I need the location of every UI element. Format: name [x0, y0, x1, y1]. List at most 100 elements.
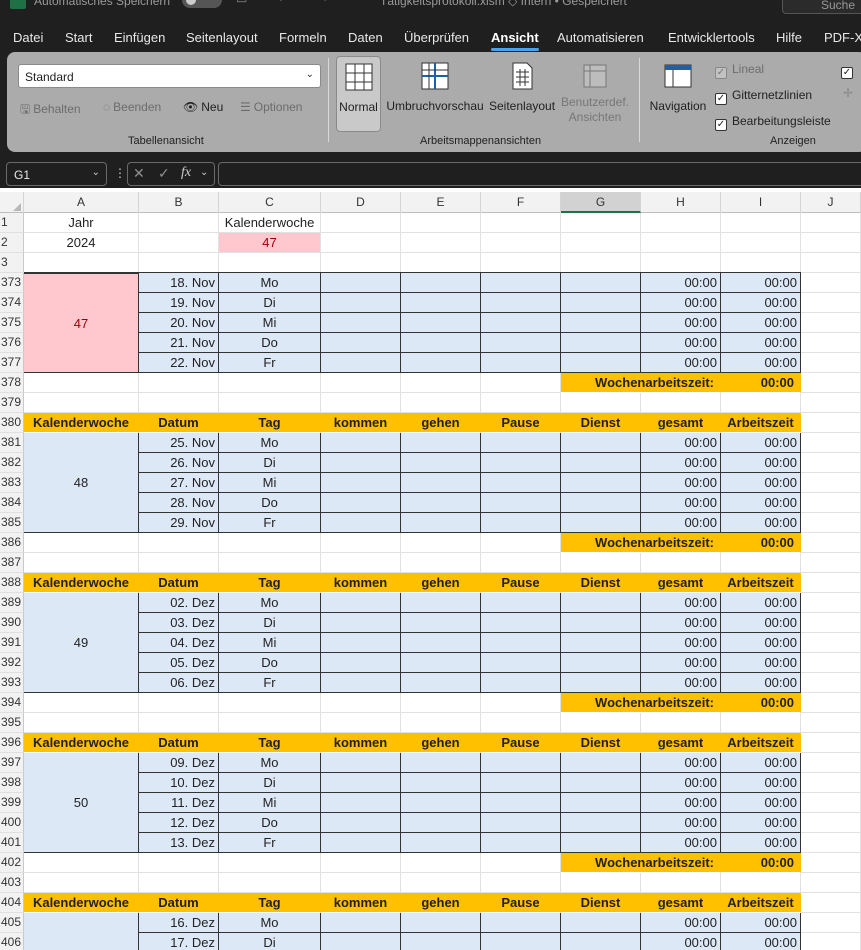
tab-entwicklertools[interactable]: Entwicklertools — [668, 30, 755, 45]
new-view-button[interactable]: 👁 Neu — [183, 100, 223, 114]
arbeitszeit-cell[interactable]: 00:00 — [721, 493, 801, 513]
tab-automatisieren[interactable]: Automatisieren — [557, 30, 644, 45]
date-cell[interactable]: 03. Dez — [139, 613, 219, 633]
row-header[interactable]: 396 — [0, 733, 24, 753]
table-header-cell[interactable]: kommen — [321, 413, 401, 433]
cell[interactable] — [801, 293, 861, 313]
gehen-cell[interactable] — [401, 933, 481, 950]
gehen-cell[interactable] — [401, 793, 481, 813]
column-header-e[interactable]: E — [401, 192, 481, 213]
weekly-total-value[interactable]: 00:00 — [721, 853, 801, 873]
cell[interactable] — [401, 373, 481, 393]
row-header[interactable]: 388 — [0, 573, 24, 593]
gehen-cell[interactable] — [401, 313, 481, 333]
cell[interactable] — [139, 213, 219, 233]
cell[interactable] — [24, 393, 139, 413]
arbeitszeit-cell[interactable]: 00:00 — [721, 753, 801, 773]
cell[interactable] — [801, 273, 861, 293]
cell[interactable] — [481, 213, 561, 233]
gridlines-checkbox[interactable]: ✓ Gitternetzlinien — [715, 88, 812, 105]
table-header-cell[interactable]: Dienst — [561, 893, 641, 913]
week-number-cell[interactable]: 48 — [24, 433, 139, 533]
gehen-cell[interactable] — [401, 433, 481, 453]
cell[interactable] — [321, 373, 401, 393]
cell[interactable] — [321, 873, 401, 893]
date-cell[interactable]: 16. Dez — [139, 913, 219, 933]
date-cell[interactable]: 09. Dez — [139, 753, 219, 773]
weekday-cell[interactable]: Di — [219, 773, 321, 793]
table-header-cell[interactable]: Pause — [481, 573, 561, 593]
row-header[interactable]: 394 — [0, 693, 24, 713]
cell[interactable] — [219, 373, 321, 393]
cell[interactable] — [801, 413, 861, 433]
cell[interactable] — [24, 533, 139, 553]
cell[interactable] — [24, 713, 139, 733]
kommen-cell[interactable] — [321, 833, 401, 853]
row-header[interactable]: 387 — [0, 553, 24, 573]
year-value-cell[interactable]: 2024 — [24, 233, 139, 253]
cell[interactable] — [801, 353, 861, 373]
table-header-cell[interactable]: Arbeitszeit — [721, 733, 801, 753]
pause-cell[interactable] — [481, 633, 561, 653]
cell[interactable] — [401, 853, 481, 873]
dienst-cell[interactable] — [561, 433, 641, 453]
cell[interactable] — [801, 493, 861, 513]
page-break-preview-button[interactable]: Umbruchvorschau — [385, 56, 485, 132]
view-options-button[interactable]: ☰ Optionen — [240, 100, 302, 114]
row-header[interactable]: 376 — [0, 333, 24, 353]
dienst-cell[interactable] — [561, 813, 641, 833]
cell[interactable] — [321, 393, 401, 413]
dienst-cell[interactable] — [561, 773, 641, 793]
weekday-cell[interactable]: Mi — [219, 633, 321, 653]
pause-cell[interactable] — [481, 513, 561, 533]
cell[interactable] — [801, 933, 861, 950]
row-header[interactable]: 391 — [0, 633, 24, 653]
cell[interactable] — [401, 253, 481, 273]
tab-daten[interactable]: Daten — [348, 30, 383, 45]
cell[interactable] — [139, 373, 219, 393]
cell[interactable] — [401, 553, 481, 573]
kommen-cell[interactable] — [321, 333, 401, 353]
pause-cell[interactable] — [481, 833, 561, 853]
table-header-cell[interactable]: Arbeitszeit — [721, 573, 801, 593]
ruler-checkbox[interactable]: ✓ Lineal — [715, 62, 764, 79]
date-cell[interactable]: 25. Nov — [139, 433, 219, 453]
pause-cell[interactable] — [481, 473, 561, 493]
table-header-cell[interactable]: gehen — [401, 573, 481, 593]
date-cell[interactable]: 18. Nov — [139, 273, 219, 293]
table-header-cell[interactable]: gehen — [401, 733, 481, 753]
gehen-cell[interactable] — [401, 633, 481, 653]
kommen-cell[interactable] — [321, 433, 401, 453]
cell[interactable] — [481, 693, 561, 713]
row-header[interactable]: 405 — [0, 913, 24, 933]
row-header[interactable]: 402 — [0, 853, 24, 873]
cell[interactable] — [801, 473, 861, 493]
cell[interactable] — [721, 213, 801, 233]
row-header[interactable]: 390 — [0, 613, 24, 633]
date-cell[interactable]: 05. Dez — [139, 653, 219, 673]
undo-icon[interactable]: ↶ — [278, 0, 288, 6]
row-header[interactable]: 395 — [0, 713, 24, 733]
cell[interactable] — [561, 253, 641, 273]
cell[interactable] — [801, 333, 861, 353]
dienst-cell[interactable] — [561, 353, 641, 373]
gehen-cell[interactable] — [401, 273, 481, 293]
row-header[interactable]: 373 — [0, 273, 24, 293]
dienst-cell[interactable] — [561, 753, 641, 773]
tab-ansicht[interactable]: Ansicht — [491, 30, 539, 51]
gesamt-cell[interactable]: 00:00 — [641, 933, 721, 950]
week-number-cell[interactable]: 47 — [24, 273, 139, 373]
tab-formeln[interactable]: Formeln — [279, 30, 327, 45]
column-header-b[interactable]: B — [139, 192, 219, 213]
weekly-total-value[interactable]: 00:00 — [721, 373, 801, 393]
cell[interactable] — [561, 873, 641, 893]
cell[interactable] — [801, 253, 861, 273]
weekday-cell[interactable]: Do — [219, 653, 321, 673]
column-header-a[interactable]: A — [24, 192, 139, 213]
dienst-cell[interactable] — [561, 493, 641, 513]
row-header[interactable]: 392 — [0, 653, 24, 673]
weekday-cell[interactable]: Di — [219, 453, 321, 473]
weekday-cell[interactable]: Mo — [219, 273, 321, 293]
row-header[interactable]: 399 — [0, 793, 24, 813]
arbeitszeit-cell[interactable]: 00:00 — [721, 673, 801, 693]
